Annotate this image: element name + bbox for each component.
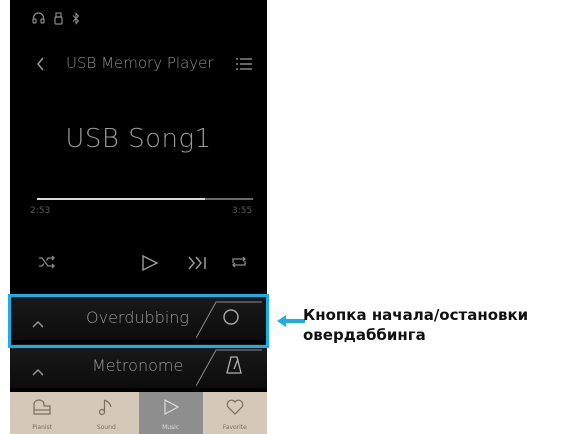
song-title: USB Song1 xyxy=(65,124,212,154)
page-title: USB Memory Player xyxy=(66,54,214,72)
repeat-icon[interactable] xyxy=(230,254,248,274)
back-chevron-icon[interactable] xyxy=(36,56,45,75)
shuffle-icon[interactable] xyxy=(38,254,56,274)
bluetooth-icon xyxy=(72,11,80,25)
nav-item-favorite[interactable]: Favorite xyxy=(203,392,267,434)
metronome-icon[interactable] xyxy=(226,355,242,379)
next-track-icon[interactable] xyxy=(187,254,207,276)
chevron-up-icon[interactable] xyxy=(32,313,44,332)
callout-arrow-icon xyxy=(277,313,305,332)
piano-icon xyxy=(33,399,51,415)
nav-label: Music xyxy=(162,424,180,431)
bottom-nav: Pianist Sound Music Favorite xyxy=(10,392,267,434)
nav-item-music[interactable]: Music xyxy=(138,392,203,434)
header: USB Memory Player xyxy=(10,52,267,76)
overdubbing-label: Overdubbing xyxy=(86,308,189,327)
overdubbing-panel[interactable]: Overdubbing xyxy=(10,296,267,340)
play-icon xyxy=(164,398,179,416)
headphones-icon xyxy=(32,12,45,24)
music-note-icon xyxy=(99,399,112,416)
metronome-label: Metronome xyxy=(92,356,184,375)
progress-fill xyxy=(37,198,206,200)
chevron-up-icon[interactable] xyxy=(32,361,44,380)
nav-item-pianist[interactable]: Pianist xyxy=(10,392,74,434)
app-screen: USB Memory Player USB Song1 2:53 3:55 Ov… xyxy=(10,0,267,434)
nav-item-sound[interactable]: Sound xyxy=(74,392,138,434)
progress-slider[interactable] xyxy=(37,198,253,200)
overdub-start-stop-button[interactable] xyxy=(222,308,240,330)
time-current: 2:53 xyxy=(30,206,51,216)
play-icon[interactable] xyxy=(141,254,159,276)
usb-icon xyxy=(54,11,63,25)
nav-label: Favorite xyxy=(222,424,247,431)
list-menu-icon[interactable] xyxy=(236,56,252,75)
nav-label: Pianist xyxy=(32,424,53,431)
callout-text: Кнопка начала/остановки овердаббинга xyxy=(303,306,529,344)
status-bar xyxy=(32,10,80,26)
nav-label: Sound xyxy=(96,424,116,431)
heart-icon xyxy=(226,399,244,415)
metronome-panel[interactable]: Metronome xyxy=(10,344,267,388)
time-total: 3:55 xyxy=(232,206,253,216)
